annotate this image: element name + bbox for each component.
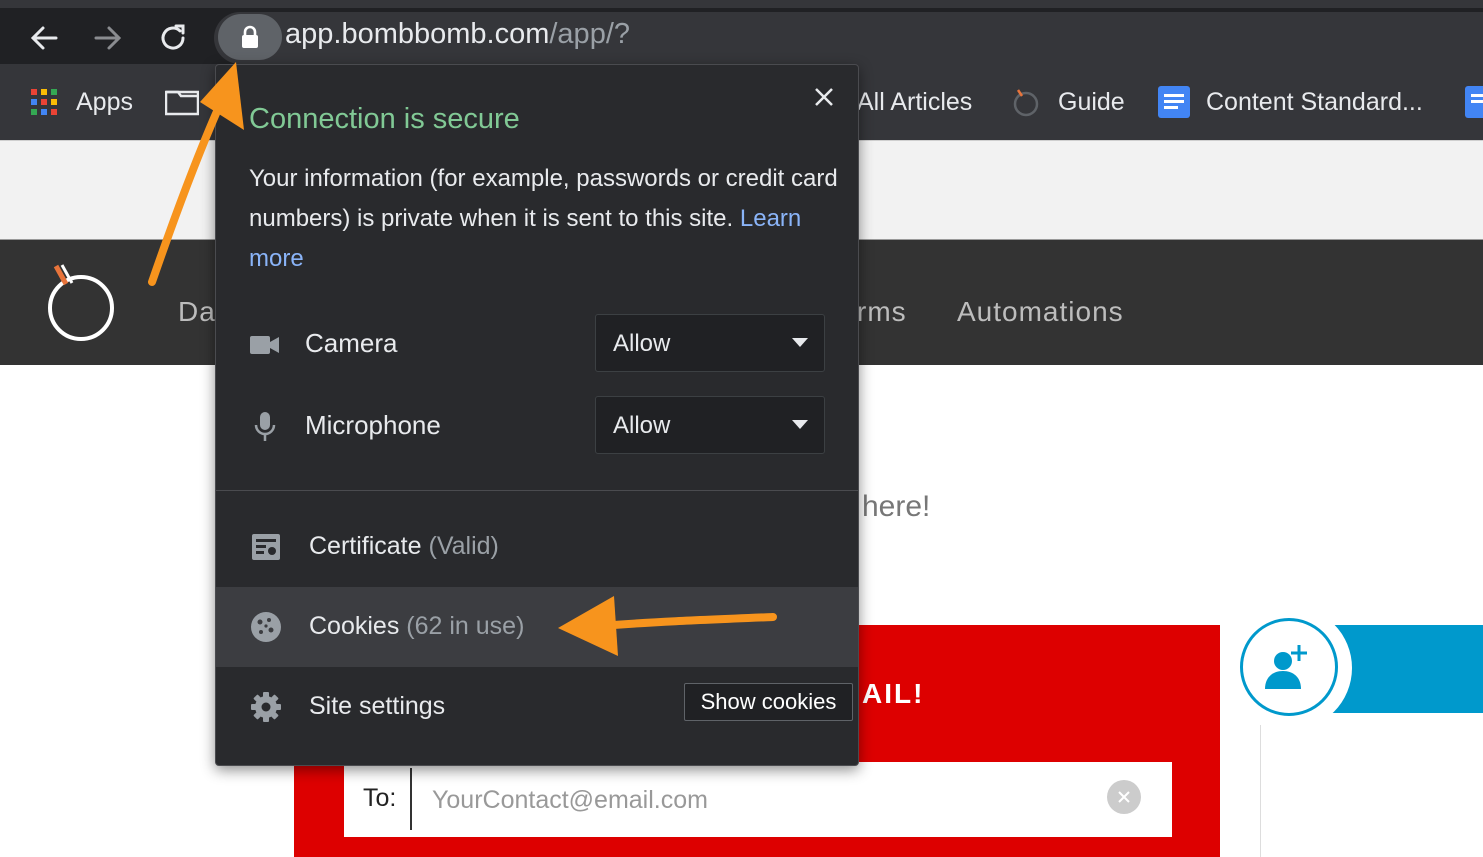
- permission-row-microphone: Microphone Allow: [216, 396, 858, 456]
- lock-icon: [242, 25, 258, 48]
- menu-item-label: Cookies: [309, 612, 400, 640]
- cookie-icon: [250, 611, 282, 643]
- add-contact-button[interactable]: [1240, 618, 1338, 716]
- reload-button[interactable]: [149, 14, 197, 62]
- chevron-down-icon: [792, 420, 808, 429]
- connection-description: Your information (for example, passwords…: [249, 159, 839, 279]
- apps-grid-icon: [31, 89, 57, 115]
- folder-icon: [165, 90, 199, 116]
- nav-item-dashboard[interactable]: Da: [178, 296, 216, 328]
- compose-title: AIL!: [862, 678, 925, 709]
- menu-item-detail: (62 in use): [406, 612, 525, 640]
- forward-button[interactable]: [84, 14, 132, 62]
- url-host: app.bombbomb.com: [285, 18, 550, 50]
- microphone-permission-select[interactable]: Allow: [595, 396, 825, 454]
- microphone-icon: [250, 412, 280, 442]
- bookmark-all-articles[interactable]: All Articles: [857, 64, 972, 140]
- cookies-menu-item[interactable]: Cookies (62 in use): [216, 587, 858, 667]
- bookmark-label: Apps: [76, 87, 133, 116]
- menu-item-label: Certificate: [309, 532, 422, 560]
- google-docs-icon: [1158, 86, 1190, 118]
- certificate-icon: [250, 531, 282, 563]
- popup-close-button[interactable]: [808, 81, 840, 113]
- bombbomb-logo-icon: [48, 264, 114, 341]
- chevron-down-icon: [792, 338, 808, 347]
- permission-label: Camera: [305, 328, 398, 358]
- hero-heading: here!: [862, 490, 931, 523]
- bookmark-label: Content Standard...: [1206, 87, 1423, 116]
- bookmark-docs-overflow[interactable]: [1465, 64, 1483, 140]
- bombbomb-logo-icon: [1013, 89, 1039, 117]
- camera-permission-select[interactable]: Allow: [595, 314, 825, 372]
- nav-item-forms[interactable]: rms: [857, 296, 907, 328]
- connection-status-title: Connection is secure: [249, 103, 520, 135]
- permission-label: Microphone: [305, 410, 441, 440]
- add-user-icon: [1265, 645, 1307, 689]
- site-info-popup: Connection is secure Your information (f…: [215, 64, 859, 766]
- back-arrow-icon: [30, 26, 58, 50]
- bookmark-guide[interactable]: Guide: [1012, 64, 1125, 140]
- back-button[interactable]: [20, 14, 68, 62]
- url-path: /app/?: [549, 18, 631, 50]
- to-label: To:: [363, 784, 397, 812]
- bookmark-folder[interactable]: [165, 64, 199, 140]
- bookmark-label: All Articles: [857, 87, 973, 116]
- menu-item-label: Site settings: [309, 692, 446, 720]
- certificate-menu-item[interactable]: Certificate (Valid): [216, 507, 858, 587]
- reload-icon: [161, 24, 185, 50]
- close-icon: [1118, 791, 1130, 803]
- recipient-input[interactable]: [430, 776, 1094, 824]
- permission-row-camera: Camera Allow: [216, 314, 858, 374]
- close-icon: [815, 88, 833, 106]
- forward-arrow-icon: [94, 26, 122, 50]
- recipient-field: To:: [344, 762, 1172, 837]
- bookmark-content-standard[interactable]: Content Standard...: [1158, 64, 1423, 140]
- camera-icon: [250, 330, 280, 360]
- site-info-button[interactable]: [218, 14, 282, 60]
- bookmark-apps[interactable]: Apps: [30, 64, 133, 140]
- gear-icon: [250, 691, 282, 723]
- clear-recipient-button[interactable]: [1107, 780, 1141, 814]
- menu-item-detail: (Valid): [428, 532, 499, 560]
- bookmark-label: Guide: [1058, 87, 1125, 116]
- select-value: Allow: [613, 412, 671, 439]
- nav-item-automations[interactable]: Automations: [957, 296, 1124, 328]
- google-docs-icon: [1465, 86, 1483, 118]
- select-value: Allow: [613, 330, 671, 357]
- url-text[interactable]: app.bombbomb.com/app/?: [285, 18, 630, 51]
- show-cookies-tooltip: Show cookies: [684, 683, 853, 721]
